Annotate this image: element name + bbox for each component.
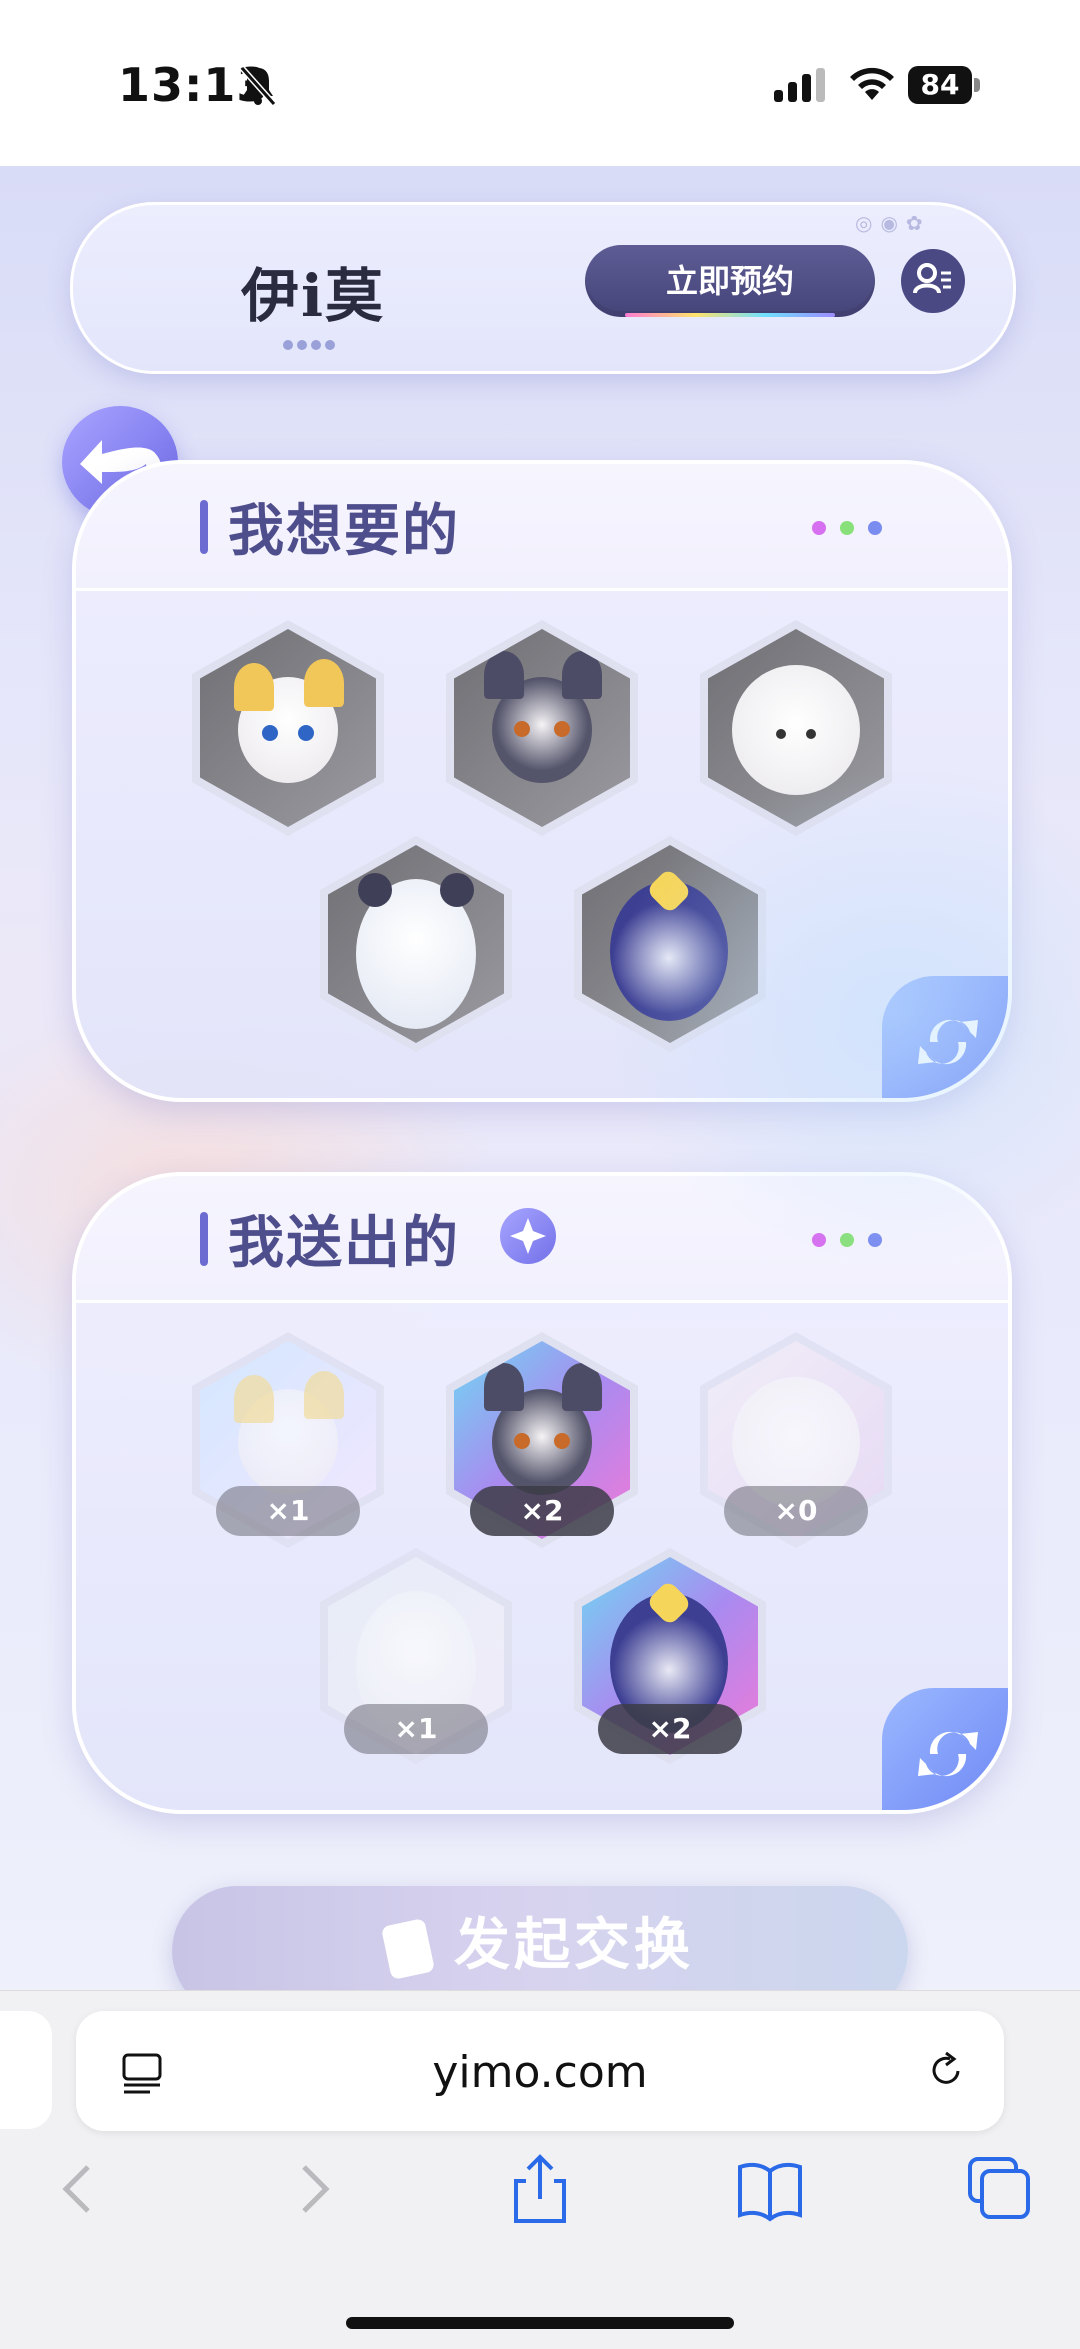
signal-icon: [774, 68, 825, 102]
wifi-icon: [850, 67, 894, 100]
home-indicator: [346, 2317, 734, 2329]
wanted-item[interactable]: [320, 836, 512, 1052]
address-bar[interactable]: yimo.com: [76, 2011, 1004, 2131]
start-exchange-label: 发起交换: [454, 1913, 694, 1978]
wanted-item[interactable]: [446, 620, 638, 836]
wanted-item[interactable]: [192, 620, 384, 836]
start-exchange-button[interactable]: 发起交换: [172, 1886, 908, 1990]
reserve-button-label: 立即预约: [665, 262, 794, 300]
header-mini-icons: ◎◉✿: [855, 211, 931, 235]
given-title: 我送出的: [228, 1211, 460, 1276]
share-icon[interactable]: [500, 2153, 580, 2225]
web-content: 伊i莫 ◎◉✿ 立即预约 我想要的 我送出的 ×1 ×2 ×0 ×1 ×2 发起…: [0, 166, 1080, 1990]
given-count: ×1: [216, 1486, 360, 1536]
refresh-icon: [918, 1019, 978, 1065]
previous-tab-preview[interactable]: [0, 2011, 52, 2129]
back-nav-icon[interactable]: [40, 2153, 120, 2225]
card-icon: [380, 1917, 436, 1980]
wanted-item[interactable]: [700, 620, 892, 836]
header-bar: 伊i莫 ◎◉✿ 立即预约: [70, 202, 1016, 374]
wanted-item[interactable]: [574, 836, 766, 1052]
wanted-title: 我想要的: [228, 499, 460, 564]
menu-dots[interactable]: [812, 520, 896, 539]
bookmarks-icon[interactable]: [730, 2153, 810, 2225]
wanted-panel: 我想要的: [72, 460, 1012, 1102]
browser-toolbar: yimo.com: [0, 1990, 1080, 2349]
bell-muted-icon: [239, 66, 277, 106]
menu-dots[interactable]: [812, 1232, 896, 1251]
battery-icon: 84: [908, 66, 986, 106]
reserve-button[interactable]: 立即预约: [585, 245, 875, 317]
battery-level: 84: [908, 66, 972, 104]
url-text: yimo.com: [432, 2047, 648, 2098]
refresh-wanted-button[interactable]: [882, 976, 1008, 1098]
reload-icon[interactable]: [924, 2049, 968, 2093]
given-count: ×2: [598, 1704, 742, 1754]
refresh-given-button[interactable]: [882, 1688, 1008, 1810]
user-profile-button[interactable]: [901, 249, 965, 313]
given-panel: 我送出的 ×1 ×2 ×0 ×1 ×2: [72, 1172, 1012, 1814]
forward-nav-icon[interactable]: [272, 2153, 352, 2225]
sparkle-icon: [500, 1208, 556, 1264]
logo: 伊i莫: [241, 262, 386, 330]
given-count: ×0: [724, 1486, 868, 1536]
given-count: ×1: [344, 1704, 488, 1754]
refresh-icon: [918, 1731, 978, 1777]
status-bar: 13:13 84: [0, 0, 1080, 166]
user-icon: [913, 263, 951, 294]
given-count: ×2: [470, 1486, 614, 1536]
logo-dots: [283, 335, 339, 354]
tabs-icon[interactable]: [960, 2153, 1040, 2225]
